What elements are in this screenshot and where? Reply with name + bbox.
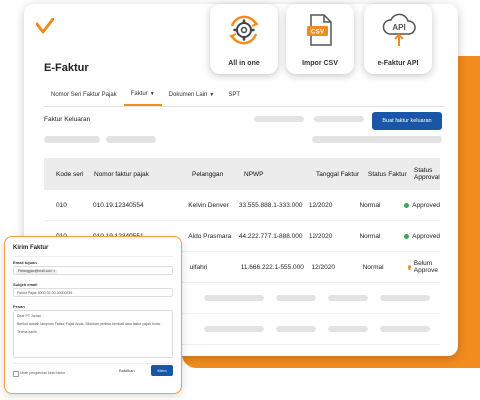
gear-cycle-icon: [229, 15, 259, 45]
email-chip-text: Pelanggan@mail.com: [18, 268, 53, 273]
placeholder-bar: [312, 136, 442, 143]
tab-label: Faktur: [130, 90, 148, 97]
approval-label: Approved: [412, 232, 440, 240]
feature-card-efaktur-api: API e-Faktur API: [364, 4, 432, 74]
caret-down-icon: ▼: [149, 90, 155, 97]
column-header[interactable]: Tanggal Faktur: [316, 171, 368, 178]
tab-divider: [44, 106, 444, 107]
csv-file-icon: CSV: [307, 14, 332, 46]
send-button[interactable]: Kirim: [151, 365, 173, 376]
placeholder-bar: [380, 326, 430, 332]
settings-checkbox-label: Ubah pengaturan kirim faktur: [20, 370, 66, 375]
status-dot-icon: [404, 202, 410, 208]
feature-label: e-Faktur API: [377, 60, 419, 67]
cell-approval: Belum Approve: [407, 260, 440, 274]
column-header[interactable]: NPWP: [244, 171, 316, 178]
column-header[interactable]: Nomor faktur pajak: [92, 171, 192, 178]
cell-pelanggan: Kelvin Denver: [188, 201, 229, 209]
email-field[interactable]: Pelanggan@mail.com ×: [13, 266, 173, 275]
placeholder-bar: [276, 326, 316, 332]
cell-tanggal: 12/2020: [308, 201, 333, 209]
placeholder-bar: [204, 326, 264, 332]
caret-down-icon: ▼: [209, 91, 215, 98]
settings-checkbox[interactable]: [13, 371, 19, 377]
cell-approval: Approved: [404, 233, 440, 240]
placeholder-bar: [204, 295, 264, 301]
placeholder-bar: [276, 295, 316, 301]
tab-nomor-seri[interactable]: Nomor Seri Faktur Pajak: [44, 86, 124, 106]
tab-label: Dokumen Lain: [168, 91, 208, 98]
placeholder-bar: [254, 116, 304, 122]
cell-pelanggan: ulfahri: [189, 263, 208, 271]
page-title: E-Faktur: [44, 62, 89, 74]
message-textarea[interactable]: Dear PT Jurnal, Berikut adalah lampiran …: [13, 310, 173, 358]
cell-pelanggan: Aldo Prasmara: [188, 232, 232, 240]
message-line: Terima kasih.: [17, 330, 38, 334]
dialog-footer-divider: [13, 363, 173, 364]
cell-tanggal: 12/2020: [311, 263, 336, 271]
table-row[interactable]: 010 010.19.12340554 Kelvin Denver 33.555…: [44, 190, 440, 221]
tab-spt[interactable]: SPT: [221, 86, 247, 106]
svg-text:API: API: [392, 23, 405, 32]
svg-text:CSV: CSV: [311, 29, 325, 36]
dialog-divider: [13, 256, 173, 257]
cell-nomor: 010.19.12340554: [93, 201, 144, 209]
feature-card-all-in-one: All in one: [210, 4, 278, 74]
email-label: Email tujuan: [13, 260, 37, 265]
placeholder-bar: [328, 326, 368, 332]
placeholder-bar: [380, 295, 430, 301]
tab-label: Nomor Seri Faktur Pajak: [51, 91, 117, 98]
subject-field[interactable]: Faktur Pajak 8000-02-00-00000235: [13, 288, 173, 297]
message-line: Dear PT Jurnal,: [17, 314, 42, 318]
feature-label: All in one: [228, 60, 260, 67]
status-dot-icon: [404, 233, 410, 239]
tab-dokumen-lain[interactable]: Dokumen Lain ▼: [162, 86, 222, 106]
approval-label: Approved: [412, 201, 440, 209]
subject-label: Subjek email: [13, 282, 38, 287]
approval-label: Belum Approve: [413, 260, 438, 274]
cancel-button[interactable]: Batalkan: [119, 368, 135, 373]
dialog-title: Kirim Faktur: [13, 245, 49, 251]
feature-card-impor-csv: CSV Impor CSV: [286, 4, 354, 74]
placeholder-bar: [106, 136, 156, 143]
status-dot-icon: [407, 264, 411, 270]
placeholder-bar: [314, 116, 364, 122]
message-line: Berikut adalah lampiran Faktur Pajak And…: [17, 322, 161, 326]
placeholder-bar: [328, 295, 368, 301]
remove-chip-icon[interactable]: ×: [53, 269, 55, 273]
cell-status: Normal: [362, 263, 384, 271]
tab-bar: Nomor Seri Faktur Pajak Faktur ▼ Dokumen …: [44, 86, 247, 106]
column-header[interactable]: Pelanggan: [192, 171, 244, 178]
tab-label: SPT: [228, 91, 240, 98]
message-label: Pesan: [13, 304, 25, 309]
tab-faktur[interactable]: Faktur ▼: [123, 86, 162, 106]
cell-npwp: 33.555.888.1-333.000: [238, 201, 303, 209]
cell-npwp: 11.666.222.1-555.000: [240, 263, 304, 271]
cell-tanggal: 12/2020: [308, 232, 333, 240]
cell-approval: Approved: [404, 202, 440, 209]
cell-npwp: 44.222.777.1-888.000: [238, 232, 303, 240]
placeholder-bar: [44, 136, 100, 143]
app-logo-icon: [36, 18, 54, 34]
create-invoice-button[interactable]: Buat faktur keluaran: [372, 112, 442, 130]
cell-kode: 010: [56, 201, 67, 209]
table-header: Kode seri Nomor faktur pajak Pelanggan N…: [44, 158, 440, 190]
cloud-api-icon: API: [382, 13, 416, 46]
section-title: Faktur Keluaran: [44, 116, 91, 123]
cell-status: Normal: [359, 232, 381, 240]
column-header[interactable]: Status Faktur: [368, 171, 414, 178]
column-header[interactable]: Kode seri: [44, 171, 92, 178]
send-invoice-dialog: Kirim Faktur Email tujuan Pelanggan@mail…: [4, 236, 182, 394]
feature-label: Impor CSV: [302, 60, 338, 67]
column-header[interactable]: Status Approval: [414, 167, 440, 181]
email-chip[interactable]: Pelanggan@mail.com ×: [16, 268, 58, 274]
cell-status: Normal: [359, 201, 381, 209]
